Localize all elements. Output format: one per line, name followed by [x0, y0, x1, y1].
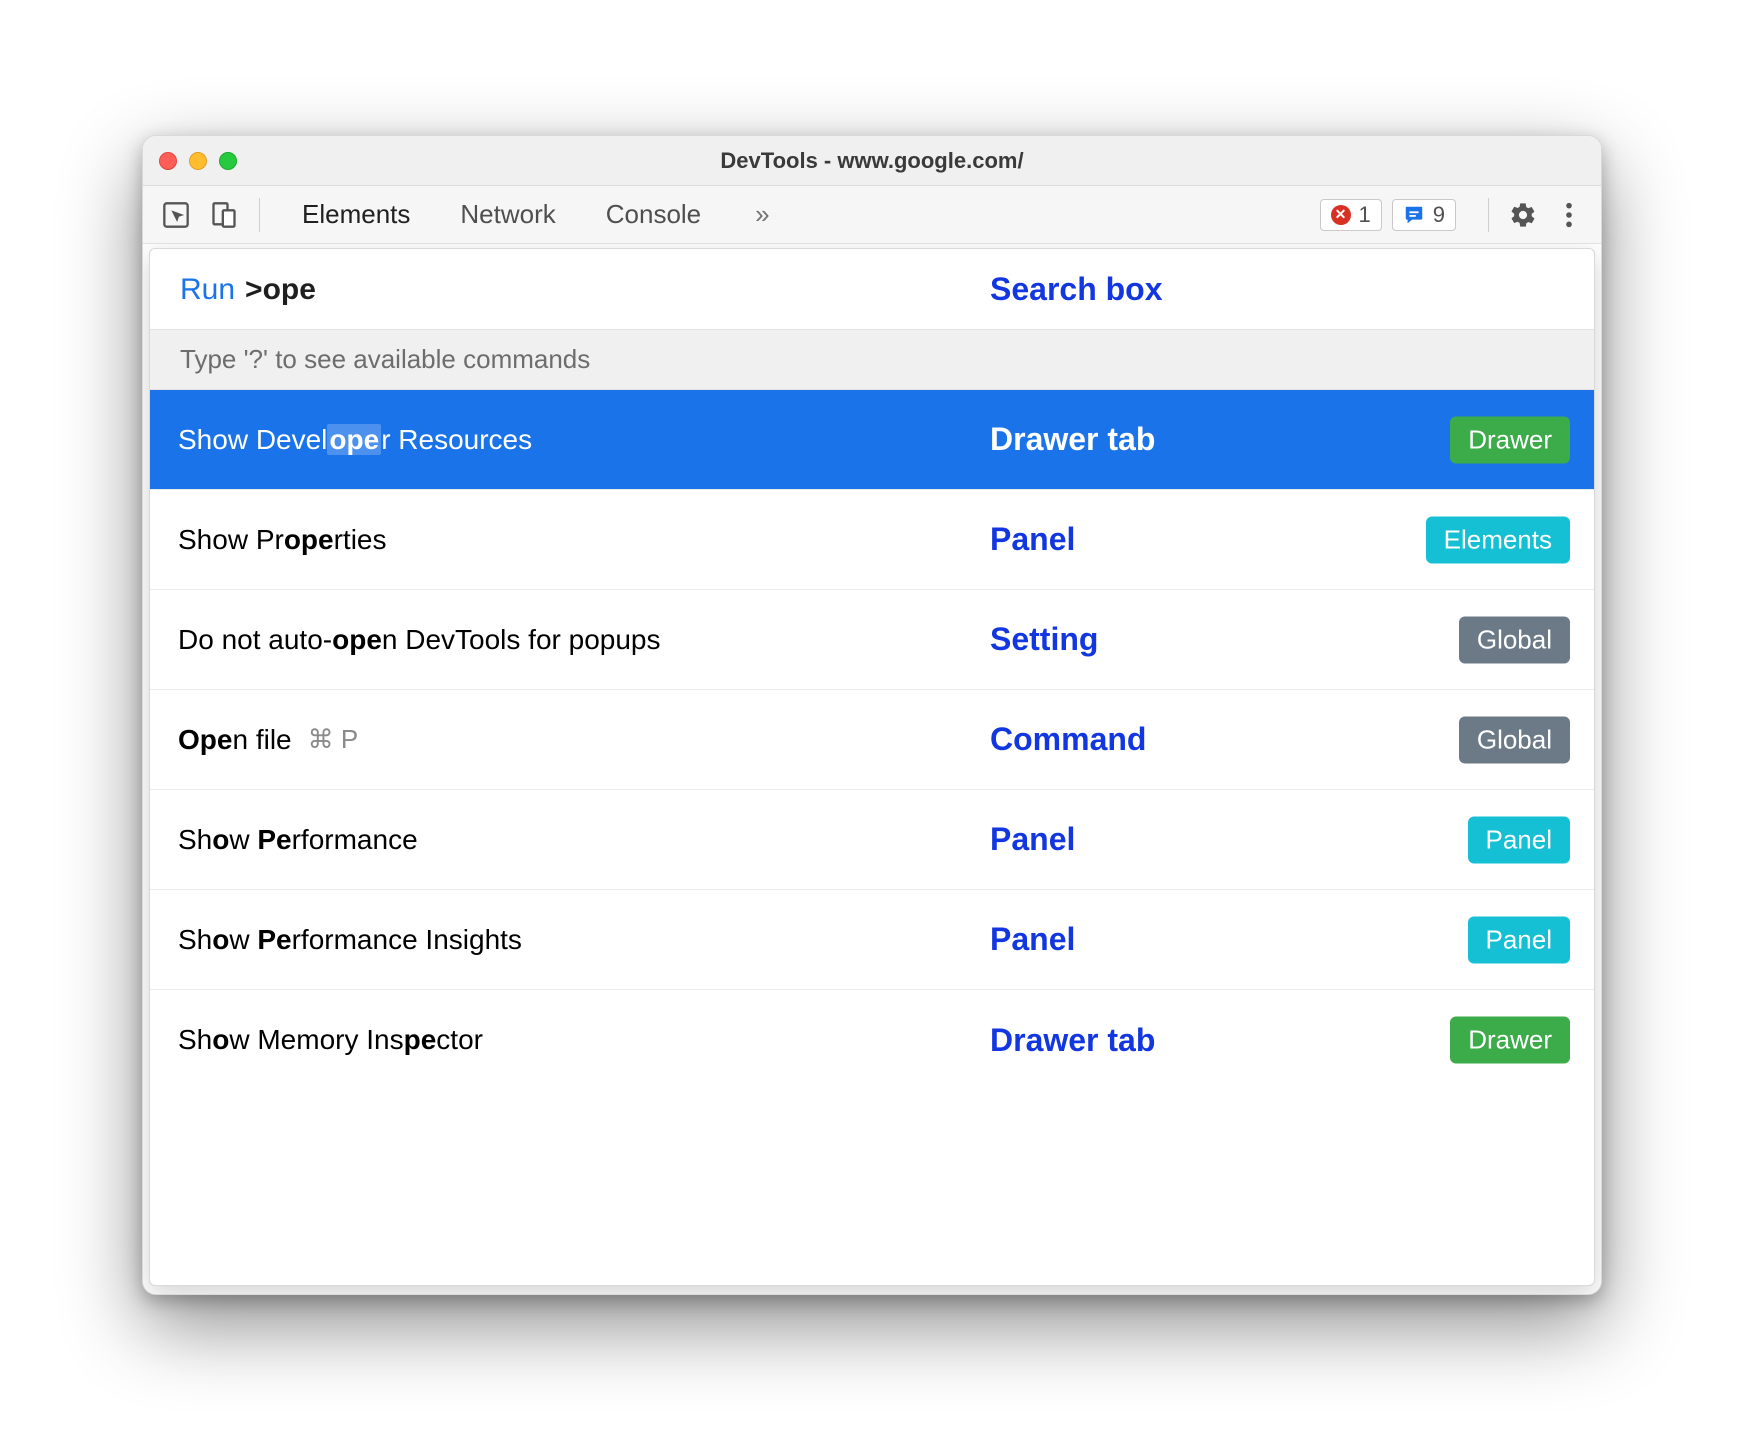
- command-result[interactable]: Show Performance Panel Panel: [150, 790, 1594, 890]
- annotation-result-type: Panel: [990, 521, 1075, 558]
- command-result[interactable]: Show Developer Resources Drawer tab Drawer: [150, 390, 1594, 490]
- command-result-label: Show Properties: [178, 524, 387, 556]
- issues-count: 9: [1433, 202, 1445, 228]
- settings-gear-icon[interactable]: [1505, 197, 1541, 233]
- titlebar: DevTools - www.google.com/: [143, 136, 1601, 186]
- error-badge[interactable]: ✕ 1: [1320, 199, 1382, 231]
- annotation-result-type: Drawer tab: [990, 421, 1155, 458]
- command-result-label: Show Memory Inspector: [178, 1024, 483, 1056]
- command-result-shortcut: ⌘ P: [308, 724, 359, 755]
- command-result-tag: Elements: [1426, 516, 1570, 563]
- command-result-tag: Panel: [1468, 916, 1571, 963]
- tab-console[interactable]: Console: [606, 199, 701, 230]
- panel-body: Run Search box Type '?' to see available…: [143, 244, 1601, 1294]
- tab-network[interactable]: Network: [460, 199, 555, 230]
- devtools-toolbar: Elements Network Console » ✕ 1 9: [143, 186, 1601, 244]
- more-menu-kebab-icon[interactable]: [1551, 197, 1587, 233]
- panel-tabs: Elements Network Console: [302, 199, 701, 230]
- annotation-result-type: Command: [990, 721, 1146, 758]
- error-count: 1: [1359, 202, 1371, 228]
- toolbar-divider: [1488, 198, 1489, 232]
- annotation-search-box: Search box: [990, 271, 1163, 308]
- toolbar-divider: [259, 198, 260, 232]
- more-tabs-chevron-icon[interactable]: »: [755, 199, 769, 230]
- window-zoom-button[interactable]: [219, 152, 237, 170]
- device-toggle-icon[interactable]: [205, 196, 243, 234]
- command-result-tag: Global: [1459, 616, 1570, 663]
- window-controls: [159, 152, 237, 170]
- command-result-label: Show Developer Resources: [178, 424, 532, 456]
- run-label: Run: [180, 273, 235, 307]
- command-result-tag: Global: [1459, 716, 1570, 763]
- issues-icon: [1403, 204, 1425, 226]
- error-icon: ✕: [1331, 205, 1351, 225]
- command-result[interactable]: Open file ⌘ P Command Global: [150, 690, 1594, 790]
- command-result-label: Show Performance Insights: [178, 924, 522, 956]
- inspect-icon[interactable]: [157, 196, 195, 234]
- command-result[interactable]: Show Properties Panel Elements: [150, 490, 1594, 590]
- window-close-button[interactable]: [159, 152, 177, 170]
- status-badges: ✕ 1 9: [1320, 199, 1457, 231]
- command-result-tag: Panel: [1468, 816, 1571, 863]
- command-menu: Run Search box Type '?' to see available…: [149, 248, 1595, 1286]
- command-result[interactable]: Do not auto-open DevTools for popups Sett…: [150, 590, 1594, 690]
- annotation-result-type: Panel: [990, 821, 1075, 858]
- issues-badge[interactable]: 9: [1392, 199, 1456, 231]
- annotation-result-type: Setting: [990, 621, 1098, 658]
- annotation-result-type: Drawer tab: [990, 1022, 1155, 1059]
- command-search-input[interactable]: [245, 273, 645, 307]
- window-minimize-button[interactable]: [189, 152, 207, 170]
- command-result[interactable]: Show Performance Insights Panel Panel: [150, 890, 1594, 990]
- command-result[interactable]: Show Memory Inspector Drawer tab Drawer: [150, 990, 1594, 1090]
- command-result-label: Do not auto-open DevTools for popups: [178, 624, 661, 656]
- command-result-tag: Drawer: [1450, 416, 1570, 463]
- tab-elements[interactable]: Elements: [302, 199, 410, 230]
- command-result-tag: Drawer: [1450, 1017, 1570, 1064]
- command-result-label: Open file: [178, 724, 292, 756]
- window-title: DevTools - www.google.com/: [143, 148, 1601, 174]
- command-result-label: Show Performance: [178, 824, 418, 856]
- devtools-window: DevTools - www.google.com/ Elements Netw…: [142, 135, 1602, 1295]
- command-results-list: Show Developer Resources Drawer tab Drawer…: [150, 390, 1594, 1285]
- annotation-result-type: Panel: [990, 921, 1075, 958]
- command-hint: Type '?' to see available commands: [150, 329, 1594, 390]
- command-search-row: Run Search box: [150, 249, 1594, 329]
